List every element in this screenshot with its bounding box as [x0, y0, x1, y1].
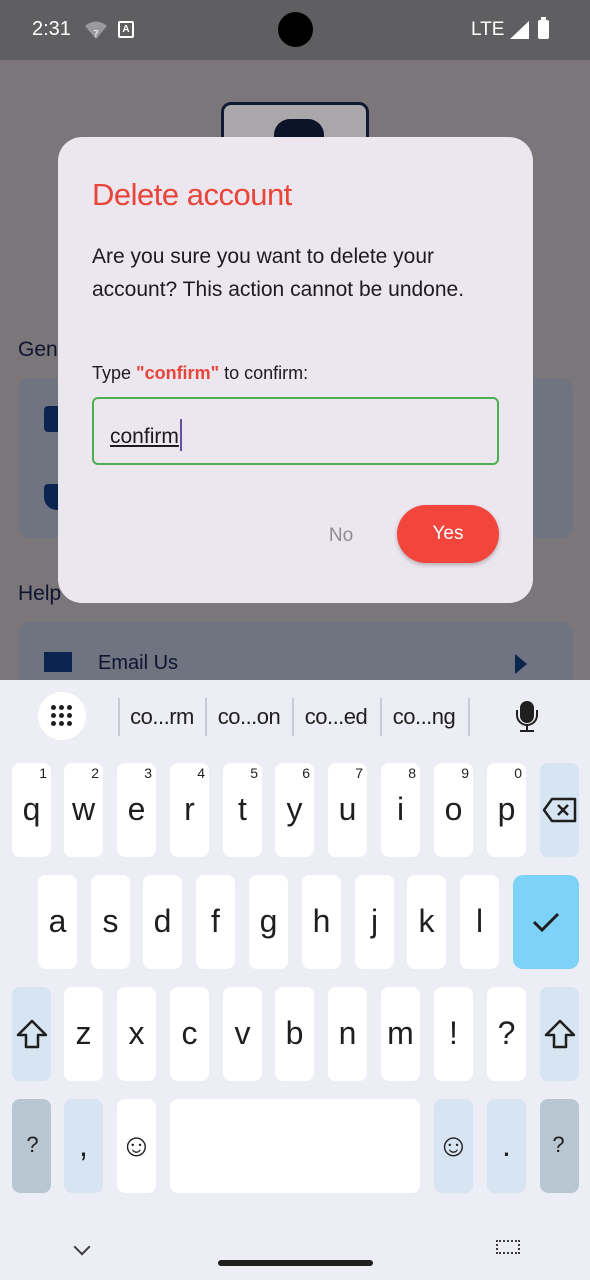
key-t[interactable]: t5 — [223, 763, 262, 857]
chevron-right-icon — [515, 654, 527, 674]
key-q[interactable]: q1 — [12, 763, 51, 857]
key-r[interactable]: r4 — [170, 763, 209, 857]
key-y[interactable]: y6 — [275, 763, 314, 857]
key-h[interactable]: h — [302, 875, 341, 969]
suggestion-1[interactable]: co...rm — [120, 698, 204, 736]
suggestion-3[interactable]: co...ed — [294, 698, 378, 736]
onscreen-keyboard: co...rm co...on co...ed co...ng q1 w2 e3… — [0, 680, 590, 1280]
shift-key-left[interactable] — [12, 987, 51, 1081]
shift-icon — [16, 1019, 48, 1049]
status-bar: 2:31 ? A LTE — [0, 0, 590, 60]
suggestion-divider — [468, 698, 470, 736]
key-a[interactable]: a — [38, 875, 77, 969]
delete-account-dialog: Delete account Are you sure you want to … — [58, 137, 533, 603]
email-us-label: Email Us — [98, 652, 179, 674]
text-caret — [179, 419, 183, 451]
key-v[interactable]: v — [223, 987, 262, 1081]
keyboard-apps-button[interactable] — [38, 692, 86, 740]
key-x[interactable]: x — [117, 987, 156, 1081]
key-j[interactable]: j — [355, 875, 394, 969]
chevron-down-icon[interactable] — [73, 1238, 91, 1256]
dialog-title: Delete account — [92, 177, 292, 212]
key-g[interactable]: g — [249, 875, 288, 969]
confirm-input[interactable]: confirm — [92, 397, 499, 465]
mail-icon — [44, 652, 72, 672]
key-z[interactable]: z — [64, 987, 103, 1081]
home-gesture-bar[interactable] — [218, 1260, 373, 1266]
emoji-key-right[interactable]: ☺ — [434, 1099, 473, 1193]
svg-text:?: ? — [93, 29, 98, 40]
wifi-icon: ? — [85, 21, 107, 40]
confirm-input-value: confirm — [110, 425, 179, 448]
hint-keyword: "confirm" — [136, 363, 220, 383]
network-type: LTE — [471, 19, 505, 40]
suggestion-2[interactable]: co...on — [207, 698, 291, 736]
hint-suffix: to confirm: — [219, 363, 309, 383]
key-comma[interactable]: , — [64, 1099, 103, 1193]
emoji-key[interactable]: ☺ — [117, 1099, 156, 1193]
shift-icon — [544, 1019, 576, 1049]
signal-icon — [510, 21, 529, 39]
key-u[interactable]: u7 — [328, 763, 367, 857]
key-b[interactable]: b — [275, 987, 314, 1081]
key-o[interactable]: o9 — [434, 763, 473, 857]
shift-key-right[interactable] — [540, 987, 579, 1081]
hint-prefix: Type — [92, 363, 137, 383]
symbols-key-right[interactable]: ?123 — [540, 1099, 579, 1193]
symbols-key[interactable]: ?123 — [12, 1099, 51, 1193]
notification-icon: A — [118, 21, 134, 38]
key-m[interactable]: m — [381, 987, 420, 1081]
key-d[interactable]: d — [143, 875, 182, 969]
emoji-icon: ☺ — [120, 1127, 153, 1163]
yes-button[interactable]: Yes — [397, 505, 499, 563]
key-n[interactable]: n — [328, 987, 367, 1081]
backspace-key[interactable] — [540, 763, 579, 857]
key-s[interactable]: s — [91, 875, 130, 969]
key-p[interactable]: p0 — [487, 763, 526, 857]
key-l[interactable]: l — [460, 875, 499, 969]
checkmark-icon — [532, 912, 560, 933]
backspace-icon — [542, 797, 577, 823]
no-button[interactable]: No — [306, 521, 376, 551]
confirm-hint: Type "confirm" to confirm: — [92, 363, 308, 384]
enter-key[interactable] — [513, 875, 579, 969]
key-k[interactable]: k — [407, 875, 446, 969]
section-general-title: Gen — [18, 338, 58, 361]
key-question[interactable]: ? — [487, 987, 526, 1081]
help-card: Email Us — [18, 622, 573, 680]
status-time: 2:31 — [32, 18, 71, 40]
battery-icon — [538, 17, 549, 39]
key-i[interactable]: i8 — [381, 763, 420, 857]
suggestion-4[interactable]: co...ng — [382, 698, 466, 736]
keyboard-switch-icon[interactable] — [496, 1240, 520, 1254]
emoji-icon: ☺ — [437, 1127, 470, 1163]
camera-cutout — [278, 12, 313, 47]
space-key[interactable] — [170, 1099, 420, 1193]
key-period[interactable]: . — [487, 1099, 526, 1193]
key-f[interactable]: f — [196, 875, 235, 969]
key-e[interactable]: e3 — [117, 763, 156, 857]
key-w[interactable]: w2 — [64, 763, 103, 857]
dialog-message: Are you sure you want to delete your acc… — [92, 245, 465, 301]
key-c[interactable]: c — [170, 987, 209, 1081]
key-exclamation[interactable]: ! — [434, 987, 473, 1081]
section-help-title: Help — [18, 582, 62, 605]
